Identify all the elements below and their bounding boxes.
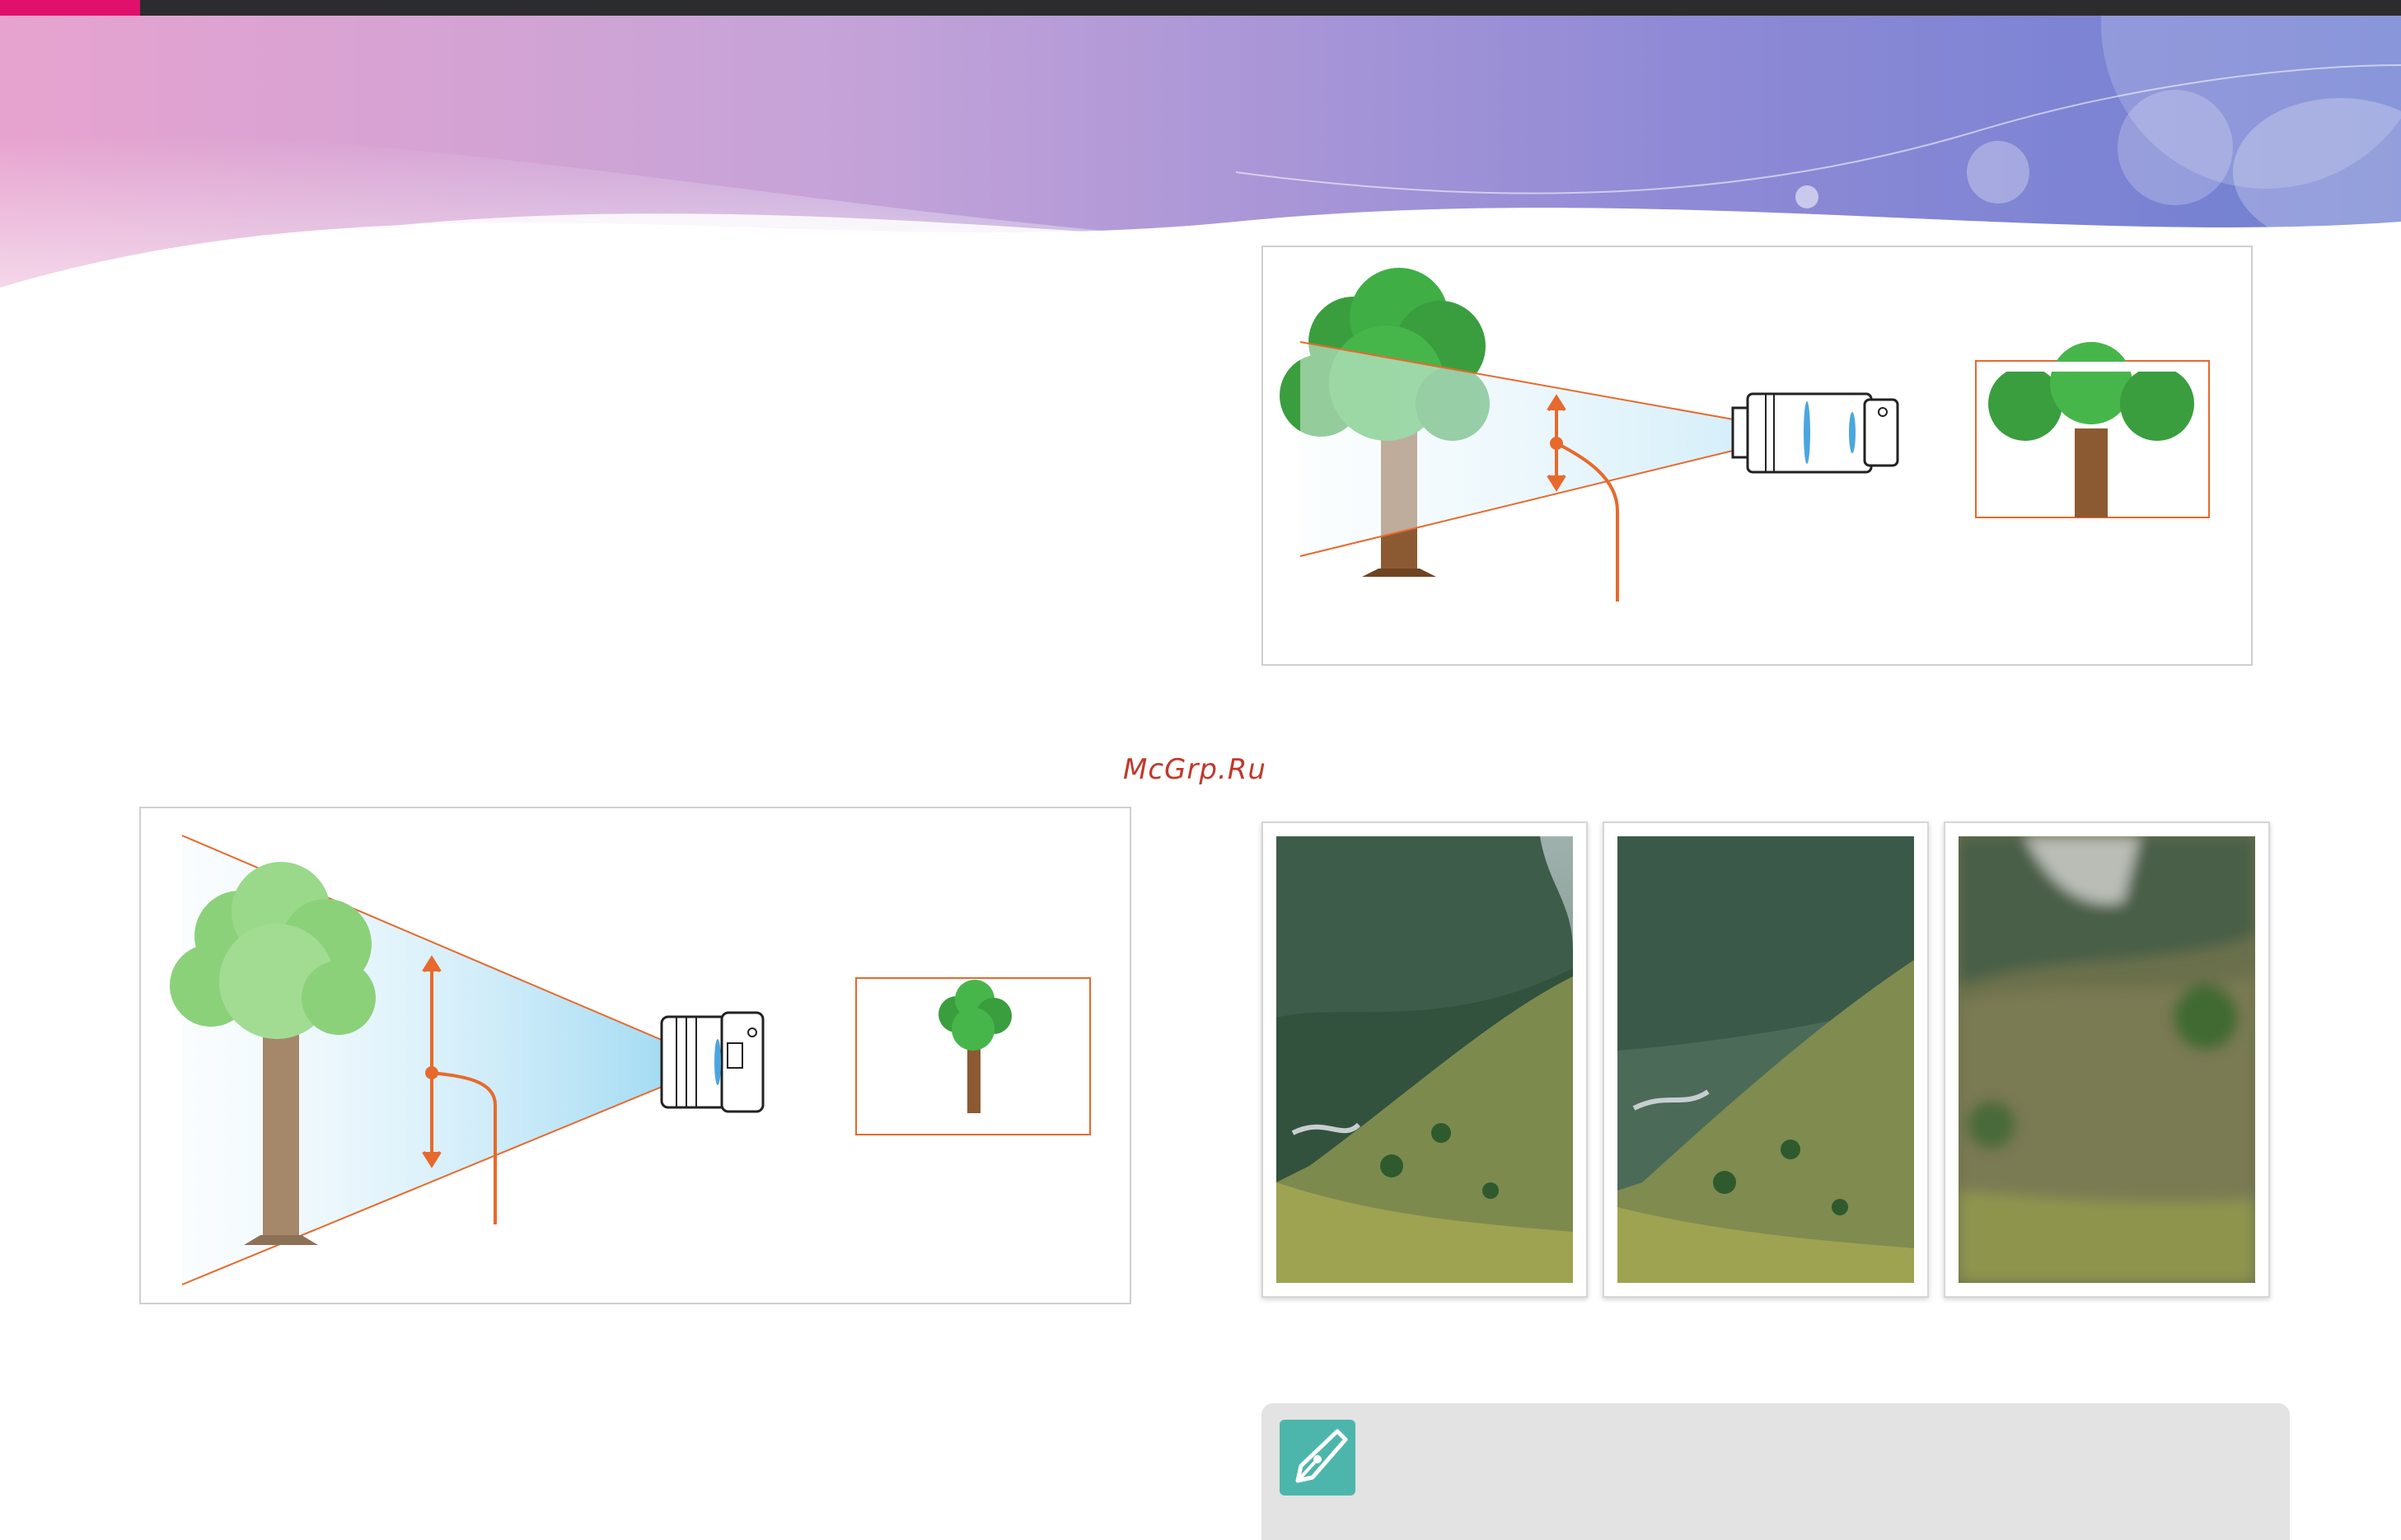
landscape-photo-blurred [1959, 836, 2255, 1283]
wide-angle-result-frame [855, 977, 1091, 1135]
wide-angle-diagram-panel [139, 807, 1131, 1304]
photo-example-1 [1261, 821, 1588, 1298]
photo-example-3 [1944, 821, 2270, 1298]
landscape-photo [1617, 836, 1914, 1283]
telephoto-diagram-panel [1261, 246, 2253, 666]
telephoto-result-frame [1975, 342, 2210, 518]
wide-angle-lens-illustration [660, 1011, 765, 1113]
telephoto-diagram [1280, 268, 2210, 601]
note-box [1261, 1403, 2290, 1540]
top-bar [0, 0, 2401, 16]
landscape-photo [1276, 836, 1573, 1283]
photo-example-2 [1603, 821, 1929, 1298]
watermark: McGrp.Ru [1123, 753, 1266, 786]
telephoto-lens-illustration [1731, 392, 1899, 474]
pen-nib-icon [1280, 1420, 1355, 1496]
top-bar-accent [0, 0, 140, 16]
wide-angle-diagram [170, 835, 1091, 1285]
